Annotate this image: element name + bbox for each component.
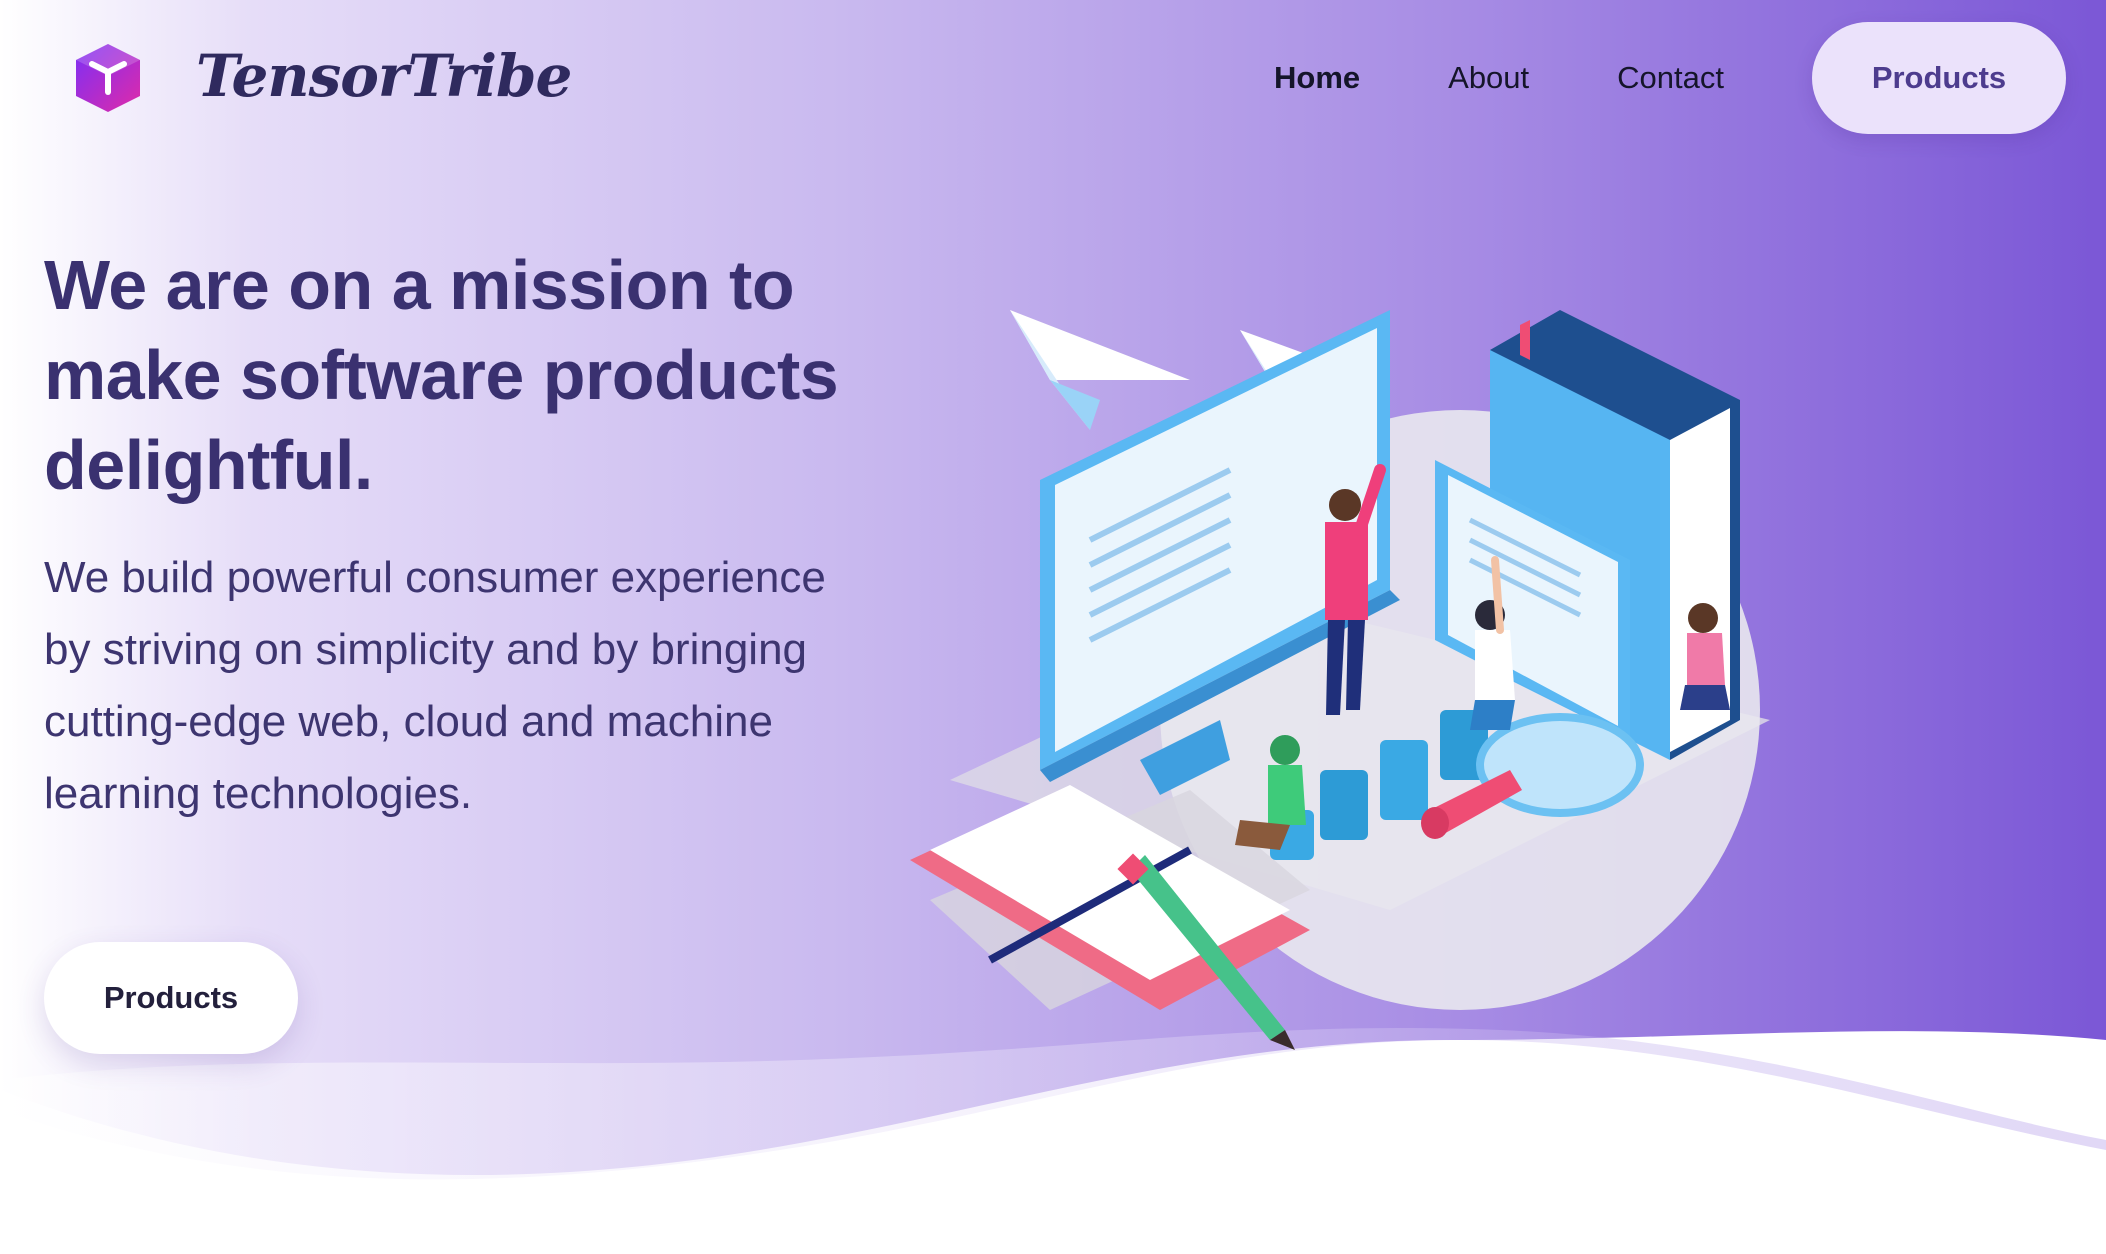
hero-headline: We are on a mission to make software pro… <box>44 246 839 504</box>
nav-home[interactable]: Home <box>1274 60 1360 96</box>
landing-page: TensorTribe Home About Contact Products … <box>0 0 2106 1254</box>
hero-illustration <box>910 310 1770 1050</box>
hero-products-button[interactable]: Products <box>44 942 298 1054</box>
paper-plane-icon <box>1010 310 1190 430</box>
brand-name[interactable]: TensorTribe <box>196 36 572 116</box>
nav-products-button[interactable]: Products <box>1812 22 2066 134</box>
cube-icon[interactable] <box>70 40 146 116</box>
hero-subtext: We build powerful consumer experience by… <box>44 553 826 818</box>
nav-about[interactable]: About <box>1448 60 1529 96</box>
main-nav: Home About Contact Products <box>1274 22 2066 134</box>
nav-contact[interactable]: Contact <box>1617 60 1724 96</box>
